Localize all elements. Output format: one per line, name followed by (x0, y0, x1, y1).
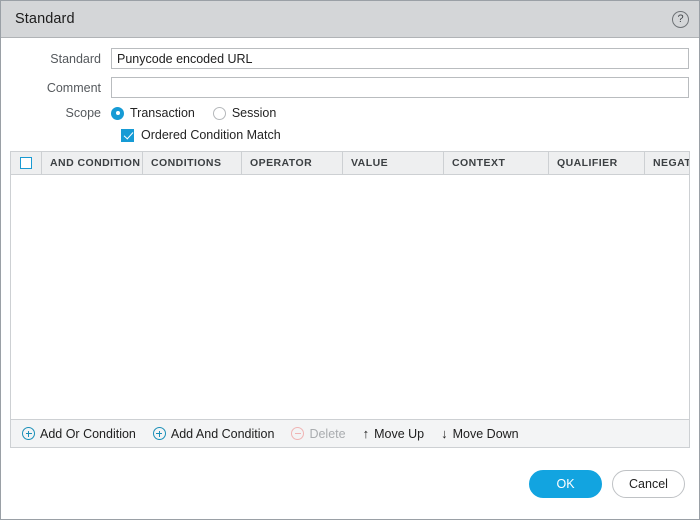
comment-input[interactable] (111, 77, 689, 98)
table-body-empty[interactable] (11, 175, 689, 419)
column-header-operator[interactable]: OPERATOR (242, 152, 343, 174)
ordered-condition-match-label: Ordered Condition Match (141, 128, 281, 142)
scope-radio-transaction[interactable]: Transaction (111, 106, 195, 120)
move-down-label: Move Down (452, 426, 519, 441)
delete-button: Delete (291, 426, 346, 441)
scope-label: Scope (65, 106, 101, 120)
help-circle-icon[interactable]: ? (672, 10, 689, 28)
radio-unselected-icon (212, 106, 226, 120)
conditions-table: AND CONDITION CONDITIONS OPERATOR VALUE … (10, 151, 690, 448)
scope-field-row: Scope Transaction Session (11, 106, 689, 120)
radio-selected-icon (111, 106, 124, 120)
table-toolbar: Add Or Condition Add And Condition Delet… (11, 419, 689, 447)
plus-circle-icon (22, 427, 35, 440)
delete-label: Delete (309, 426, 346, 441)
cancel-button[interactable]: Cancel (612, 469, 685, 498)
dialog-footer: OK Cancel (1, 448, 699, 519)
ordered-condition-match-row: Ordered Condition Match (11, 128, 689, 142)
scope-radio-group: Transaction Session (111, 106, 276, 120)
ordered-condition-match-checkbox[interactable] (121, 128, 134, 142)
column-header-and-condition[interactable]: AND CONDITION (42, 152, 143, 174)
scope-radio-transaction-label: Transaction (130, 106, 195, 120)
move-up-label: Move Up (374, 426, 425, 441)
move-up-button[interactable]: ↑ Move Up (363, 427, 425, 441)
column-header-conditions[interactable]: CONDITIONS (143, 152, 242, 174)
move-down-button[interactable]: ↓ Move Down (441, 427, 519, 441)
standard-label: Standard (50, 51, 101, 66)
arrow-down-icon: ↓ (441, 426, 448, 441)
select-all-checkbox[interactable] (20, 157, 32, 169)
arrow-up-icon: ↑ (362, 426, 370, 441)
column-header-context[interactable]: CONTEXT (444, 152, 549, 174)
standard-dialog: Standard ? Standard Comment Scope Transa… (0, 0, 700, 520)
table-header-row: AND CONDITION CONDITIONS OPERATOR VALUE … (11, 152, 689, 175)
standard-field-row: Standard (11, 48, 689, 69)
column-header-negate[interactable]: NEGATE (645, 152, 689, 174)
minus-circle-icon (291, 427, 305, 440)
form-section: Standard Comment Scope Transaction Sessi… (1, 38, 699, 151)
add-and-condition-label: Add And Condition (170, 426, 275, 441)
add-and-condition-button[interactable]: Add And Condition (152, 426, 275, 441)
add-or-condition-label: Add Or Condition (40, 426, 136, 441)
column-header-value[interactable]: VALUE (343, 152, 444, 174)
scope-radio-session[interactable]: Session (212, 106, 277, 120)
dialog-titlebar: Standard ? (1, 1, 699, 38)
ok-button[interactable]: OK (529, 469, 602, 498)
comment-field-row: Comment (11, 77, 689, 98)
select-all-cell (11, 152, 42, 174)
comment-label: Comment (46, 80, 101, 95)
scope-radio-session-label: Session (231, 106, 277, 120)
dialog-title: Standard (15, 11, 75, 27)
column-header-qualifier[interactable]: QUALIFIER (549, 152, 645, 174)
standard-input[interactable] (111, 48, 689, 69)
plus-circle-icon (152, 427, 166, 440)
add-or-condition-button[interactable]: Add Or Condition (22, 427, 136, 441)
